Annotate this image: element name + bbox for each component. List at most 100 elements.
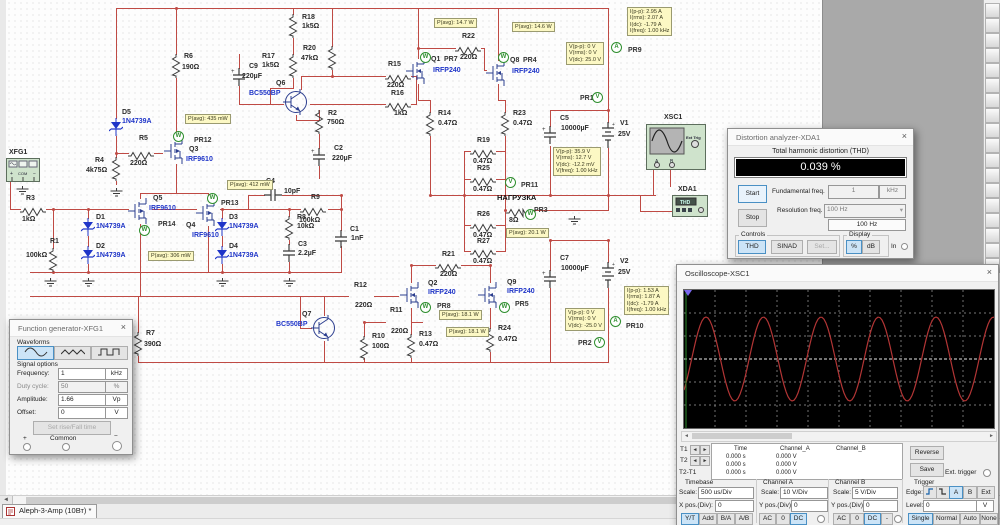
component-Q7[interactable] xyxy=(311,315,337,346)
channel-b-radio[interactable] xyxy=(894,515,902,523)
xfg-titlebar[interactable]: Function generator-XFG1 × xyxy=(10,320,132,337)
add-button[interactable]: Add xyxy=(699,513,717,525)
probe-v-icon[interactable]: V xyxy=(505,177,516,188)
component-Q6[interactable] xyxy=(283,89,309,120)
square-wave-button[interactable] xyxy=(91,346,128,360)
triangle-wave-button[interactable] xyxy=(54,346,91,360)
component-C5[interactable]: + xyxy=(542,126,558,149)
thd-mode-button[interactable]: THD xyxy=(738,240,766,254)
probe-w-icon[interactable]: W xyxy=(499,302,510,313)
trigger-none-button[interactable]: None xyxy=(980,513,998,525)
component-R4[interactable] xyxy=(110,157,122,186)
fundamental-input[interactable]: 1 xyxy=(828,185,879,199)
probe-w-icon[interactable]: W xyxy=(139,225,150,236)
instrument-button[interactable] xyxy=(985,63,1000,78)
channel-a-ac-button[interactable]: AC xyxy=(759,513,776,525)
ab-button[interactable]: A/B xyxy=(735,513,753,525)
component-C1[interactable] xyxy=(333,230,349,253)
instrument-button[interactable] xyxy=(985,123,1000,138)
offset-unit[interactable]: V xyxy=(105,407,128,419)
component-D2[interactable] xyxy=(81,246,95,269)
plus-terminal[interactable] xyxy=(23,443,31,451)
component-R8[interactable] xyxy=(283,216,295,245)
amplitude-unit[interactable]: Vp xyxy=(105,394,128,406)
probe-v-icon[interactable]: V xyxy=(594,337,605,348)
trigger-level-input[interactable]: 0 xyxy=(923,500,977,512)
trigger-auto-button[interactable]: Auto xyxy=(960,513,980,525)
function-generator-icon[interactable]: +COM− xyxy=(6,158,40,182)
component-R23[interactable] xyxy=(499,112,511,141)
component-C3[interactable] xyxy=(281,244,297,267)
component-Q3[interactable] xyxy=(164,138,188,169)
instrument-button[interactable] xyxy=(985,153,1000,168)
instrument-button[interactable] xyxy=(985,213,1000,228)
percent-button[interactable]: % xyxy=(846,240,862,254)
probe-w-icon[interactable]: W xyxy=(173,131,184,142)
oscilloscope-scrollbar[interactable]: ◄ ► xyxy=(681,431,997,442)
sheet-tab[interactable]: Aleph-3-Amp (10Вт) * xyxy=(2,504,97,519)
channel-b-scale-input[interactable]: 5 V/Div xyxy=(852,487,898,499)
component-Q8[interactable] xyxy=(486,60,510,91)
probe-v-icon[interactable]: V xyxy=(592,92,603,103)
common-terminal[interactable] xyxy=(62,443,70,451)
close-icon[interactable]: × xyxy=(987,268,992,277)
trigger-normal-button[interactable]: Normal xyxy=(933,513,960,525)
channel-a-radio[interactable] xyxy=(817,515,825,523)
db-button[interactable]: dB xyxy=(862,240,880,254)
sinad-mode-button[interactable]: SINAD xyxy=(771,240,803,254)
component-R20[interactable] xyxy=(326,46,338,75)
oscilloscope-window[interactable]: Oscilloscope-XSC1 × ◄ ► T1 ◄ ► T2 ◄ ► T2… xyxy=(676,264,999,525)
channel-b-ypos-input[interactable]: 0 xyxy=(863,500,898,512)
timebase-xpos-input[interactable]: 0 xyxy=(715,500,754,512)
trigger-single-button[interactable]: Single xyxy=(908,513,933,525)
component-R2[interactable] xyxy=(313,110,325,139)
reverse-button[interactable]: Reverse xyxy=(910,446,944,460)
scrollbar-thumb[interactable] xyxy=(692,433,792,439)
stop-button[interactable]: Stop xyxy=(738,209,767,227)
instrument-button[interactable] xyxy=(985,33,1000,48)
component-D5[interactable] xyxy=(109,118,123,141)
trigger-a-button[interactable]: A xyxy=(949,486,963,499)
xda-titlebar[interactable]: Distortion analyzer-XDA1 × xyxy=(728,129,913,146)
xsc-titlebar[interactable]: Oscilloscope-XSC1 × xyxy=(677,265,998,282)
instrument-button[interactable] xyxy=(985,168,1000,183)
offset-input[interactable]: 0 xyxy=(58,407,107,419)
minus-terminal[interactable] xyxy=(112,441,122,451)
component-R18[interactable] xyxy=(287,14,299,43)
component-R6[interactable] xyxy=(170,54,182,83)
component-R14[interactable] xyxy=(424,112,436,141)
channel-b-0-button[interactable]: 0 xyxy=(850,513,864,525)
probe-w-icon[interactable]: W xyxy=(498,52,509,63)
component-R1[interactable] xyxy=(47,248,59,277)
component-R13[interactable] xyxy=(405,334,417,363)
component-V1[interactable]: + xyxy=(600,122,616,153)
component-Q5[interactable] xyxy=(128,198,152,229)
scroll-right-icon[interactable]: ► xyxy=(987,432,996,440)
t1-right-button[interactable]: ► xyxy=(700,445,710,455)
component-R17[interactable] xyxy=(287,54,299,83)
instrument-button[interactable] xyxy=(985,228,1000,243)
channel-a-0-button[interactable]: 0 xyxy=(776,513,790,525)
distortion-analyzer-window[interactable]: Distortion analyzer-XDA1 × Total harmoni… xyxy=(727,128,914,259)
component-C7[interactable]: + xyxy=(542,270,558,293)
sine-wave-button[interactable] xyxy=(17,346,54,360)
component-R7[interactable] xyxy=(132,332,144,361)
oscilloscope-icon[interactable]: Ext Trig AB xyxy=(646,124,706,170)
channel-a-ypos-input[interactable]: 0 xyxy=(791,500,828,512)
instrument-button[interactable] xyxy=(985,3,1000,18)
timebase-scale-input[interactable]: 500 us/Div xyxy=(698,487,754,499)
channel-b-ac-button[interactable]: AC xyxy=(833,513,850,525)
instrument-button[interactable] xyxy=(985,78,1000,93)
probe-a-icon[interactable]: A xyxy=(610,316,621,327)
function-generator-window[interactable]: Function generator-XFG1 × Waveforms Sign… xyxy=(9,319,133,455)
in-terminal[interactable] xyxy=(901,243,908,250)
scroll-left-icon[interactable]: ◄ xyxy=(682,432,691,440)
component-R10[interactable] xyxy=(358,336,370,365)
component-D1[interactable] xyxy=(81,218,95,241)
resolution-dropdown[interactable]: 100 Hz ▾ xyxy=(824,204,906,218)
component-Q4[interactable] xyxy=(196,200,220,231)
instrument-button[interactable] xyxy=(985,108,1000,123)
save-button[interactable]: Save xyxy=(910,463,944,477)
close-icon[interactable]: × xyxy=(902,132,907,141)
trigger-b-button[interactable]: B xyxy=(963,486,977,499)
